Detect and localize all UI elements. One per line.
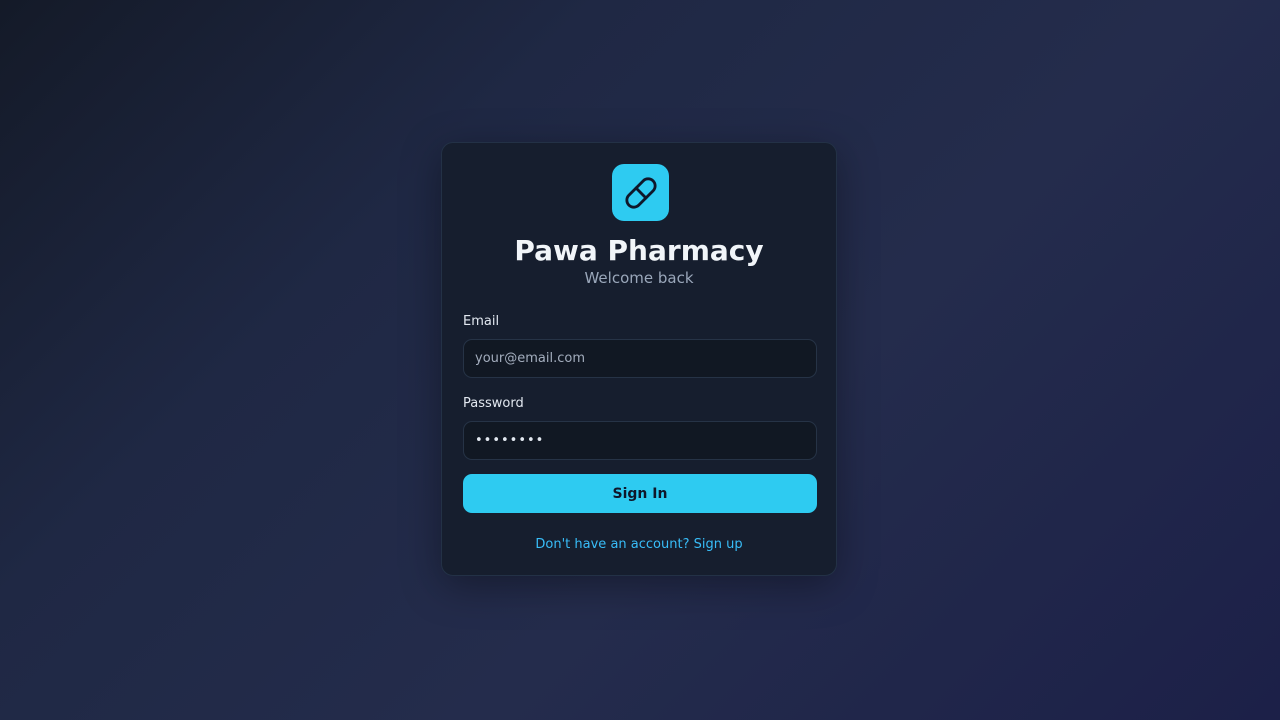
email-field[interactable] [463,339,817,378]
password-label: Password [463,396,524,411]
signup-link[interactable]: Don't have an account? Sign up [442,537,836,553]
password-field[interactable] [463,421,817,460]
app-title: Pawa Pharmacy [514,234,764,267]
email-label: Email [463,314,500,329]
login-card: Pawa Pharmacy Welcome back Email Passwor… [441,142,837,576]
sign-in-button[interactable]: Sign In [463,474,817,513]
pill-icon [624,176,657,209]
welcome-subtitle: Welcome back [584,269,694,287]
logo-badge [612,164,669,221]
